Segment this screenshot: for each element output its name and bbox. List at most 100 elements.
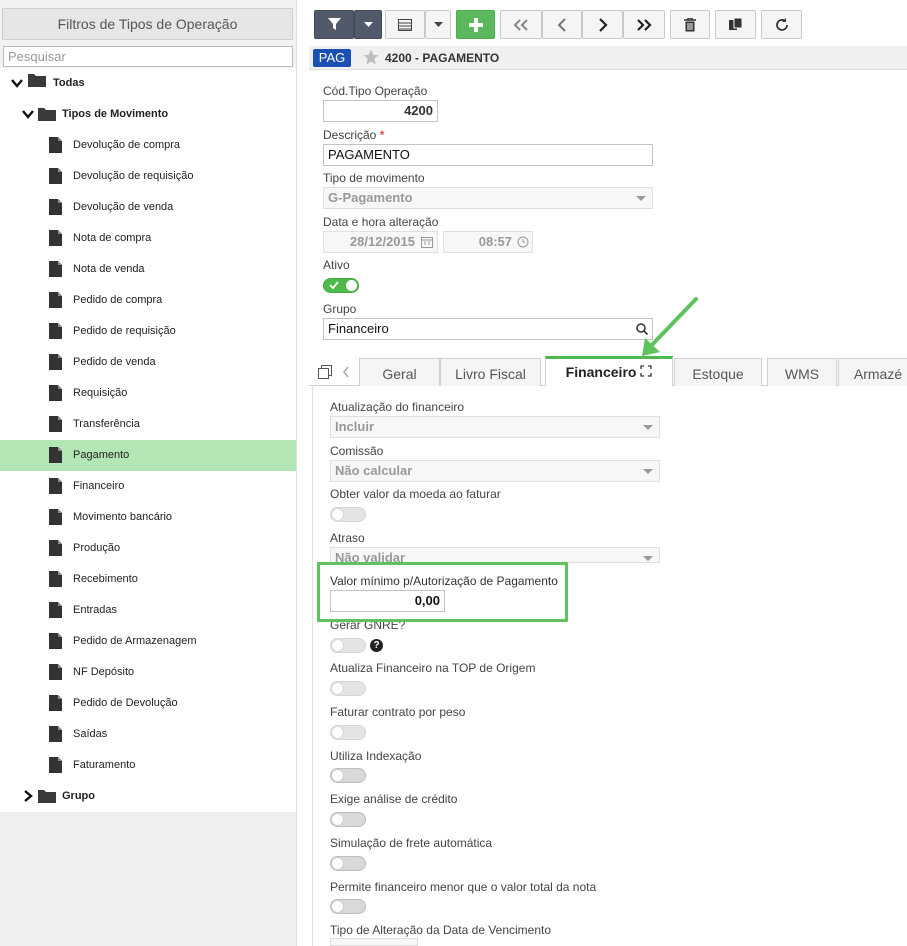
tree-item-label: Transferência bbox=[73, 418, 140, 430]
cod-tipo-operacao-label: Cód.Tipo Operação bbox=[323, 84, 428, 98]
grid-view-dropdown-button[interactable] bbox=[425, 10, 451, 39]
tab-estoque[interactable]: Estoque bbox=[674, 358, 762, 386]
chevron-down-icon[interactable] bbox=[11, 77, 23, 89]
tree-item[interactable]: Financeiro bbox=[0, 471, 296, 502]
document-icon bbox=[49, 323, 62, 339]
tree-item[interactable]: Pedido de Devolução bbox=[0, 688, 296, 719]
tree-item[interactable]: Devolução de requisição bbox=[0, 161, 296, 192]
refresh-button[interactable] bbox=[761, 10, 802, 39]
tree-item[interactable]: Pedido de requisição bbox=[0, 316, 296, 347]
financeiro-menor-toggle[interactable] bbox=[330, 899, 366, 914]
add-button[interactable] bbox=[456, 10, 495, 39]
grid-view-button[interactable] bbox=[385, 10, 425, 39]
chevron-down-icon bbox=[643, 469, 653, 474]
document-icon bbox=[49, 540, 62, 556]
obter-valor-moeda-label: Obter valor da moeda ao faturar bbox=[330, 487, 501, 501]
tree-item[interactable]: Devolução de compra bbox=[0, 130, 296, 161]
ativo-toggle[interactable] bbox=[323, 278, 359, 293]
duplicate-button[interactable] bbox=[715, 10, 756, 39]
obter-valor-moeda-toggle[interactable] bbox=[330, 507, 366, 522]
next-record-button[interactable] bbox=[582, 10, 623, 39]
last-record-button[interactable] bbox=[623, 10, 665, 39]
tree-item[interactable]: Saídas bbox=[0, 719, 296, 750]
tree-item[interactable]: Recebimento bbox=[0, 564, 296, 595]
toggle-knob bbox=[332, 727, 343, 738]
atualiza-top-origem-toggle[interactable] bbox=[330, 681, 366, 696]
tree-item[interactable]: Produção bbox=[0, 533, 296, 564]
star-icon[interactable] bbox=[362, 48, 380, 66]
check-icon bbox=[329, 281, 339, 290]
folder-icon bbox=[38, 788, 56, 803]
document-icon bbox=[49, 695, 62, 711]
delete-button[interactable] bbox=[670, 10, 710, 39]
faturar-peso-toggle[interactable] bbox=[330, 725, 366, 740]
tree-item[interactable]: Pedido de venda bbox=[0, 347, 296, 378]
data-alteracao-field[interactable]: 28/12/2015 bbox=[323, 231, 438, 253]
expand-icon[interactable] bbox=[636, 364, 652, 380]
comissao-select[interactable]: Não calcular bbox=[330, 460, 660, 482]
tree-item-label: Requisição bbox=[73, 387, 128, 399]
hora-alteracao-field[interactable]: 08:57 bbox=[443, 231, 533, 253]
tree-item[interactable]: Pagamento bbox=[0, 440, 296, 471]
tab-label: Estoque bbox=[692, 366, 744, 382]
chevron-down-icon[interactable] bbox=[22, 108, 34, 120]
tree-item[interactable]: Transferência bbox=[0, 409, 296, 440]
document-icon bbox=[49, 478, 62, 494]
cod-tipo-operacao-field[interactable]: 4200 bbox=[323, 100, 438, 122]
tree-item[interactable]: Pedido de compra bbox=[0, 285, 296, 316]
grupo-field[interactable]: Financeiro bbox=[323, 318, 653, 340]
previous-record-button[interactable] bbox=[542, 10, 582, 39]
tree-node-grupo[interactable]: Grupo bbox=[0, 781, 296, 812]
atraso-select[interactable]: Não validar bbox=[330, 547, 660, 563]
tree-item[interactable]: Nota de compra bbox=[0, 223, 296, 254]
filter-dropdown-button[interactable] bbox=[354, 10, 382, 39]
double-chevron-right-icon bbox=[637, 18, 652, 31]
atualizacao-financeiro-select[interactable]: Incluir bbox=[330, 416, 660, 438]
tab-livro-fiscal[interactable]: Livro Fiscal bbox=[440, 358, 541, 386]
tab-geral[interactable]: Geral bbox=[359, 358, 440, 386]
filter-panel: Filtros de Tipos de Operação Todas Tipos … bbox=[0, 0, 297, 946]
tree-item[interactable]: Movimento bancário bbox=[0, 502, 296, 533]
chevron-right-icon bbox=[598, 17, 608, 32]
descricao-field[interactable]: PAGAMENTO bbox=[323, 144, 653, 166]
faturar-peso-label: Faturar contrato por peso bbox=[330, 705, 466, 719]
tab-armaz-[interactable]: Armazé bbox=[838, 358, 907, 386]
chevron-down-icon bbox=[643, 556, 653, 561]
document-icon bbox=[49, 354, 62, 370]
tree-item[interactable]: NF Depósito bbox=[0, 657, 296, 688]
first-record-button[interactable] bbox=[500, 10, 542, 39]
gerar-gnre-toggle[interactable] bbox=[330, 638, 366, 653]
document-icon bbox=[49, 602, 62, 618]
filter-search-input[interactable] bbox=[3, 46, 293, 67]
tree-item-label: Pagamento bbox=[73, 449, 130, 461]
utiliza-indexacao-toggle[interactable] bbox=[330, 768, 366, 783]
tree-node-tipos-movimento[interactable]: Tipos de Movimento bbox=[0, 99, 296, 130]
tipo-movimento-select[interactable]: G-Pagamento bbox=[323, 187, 653, 209]
tree-node-label: Todas bbox=[53, 77, 85, 89]
tabs-row: Geral Livro Fiscal Financeiro Estoque WMS Ar… bbox=[309, 356, 907, 386]
tree-item-label: Devolução de venda bbox=[73, 201, 174, 213]
filter-button[interactable] bbox=[314, 10, 354, 39]
tree-item[interactable]: Entradas bbox=[0, 595, 296, 626]
tree-item[interactable]: Faturamento bbox=[0, 750, 296, 781]
tree-item[interactable]: Pedido de Armazenagem bbox=[0, 626, 296, 657]
tab-wms[interactable]: WMS bbox=[767, 358, 837, 386]
document-icon bbox=[49, 757, 62, 773]
chevron-left-icon[interactable] bbox=[342, 366, 350, 378]
simulacao-frete-toggle[interactable] bbox=[330, 856, 366, 871]
record-header: PAG 4200 - PAGAMENTO bbox=[309, 46, 907, 70]
help-icon[interactable]: ? bbox=[370, 639, 383, 652]
exige-analise-credito-toggle[interactable] bbox=[330, 812, 366, 827]
collapse-tabs-icon[interactable] bbox=[318, 365, 332, 379]
atualizacao-financeiro-label: Atualização do financeiro bbox=[330, 400, 465, 414]
tab-financeiro[interactable]: Financeiro bbox=[545, 356, 673, 386]
tree-item[interactable]: Nota de venda bbox=[0, 254, 296, 285]
toggle-knob bbox=[332, 640, 343, 651]
tree-item[interactable]: Requisição bbox=[0, 378, 296, 409]
document-icon bbox=[49, 633, 62, 649]
tree-node-todas[interactable]: Todas bbox=[0, 68, 296, 99]
tipo-alteracao-vencimento-select[interactable] bbox=[330, 938, 418, 946]
tree-item[interactable]: Devolução de venda bbox=[0, 192, 296, 223]
chevron-right-icon[interactable] bbox=[22, 790, 34, 802]
tab-label: Financeiro bbox=[565, 364, 637, 380]
